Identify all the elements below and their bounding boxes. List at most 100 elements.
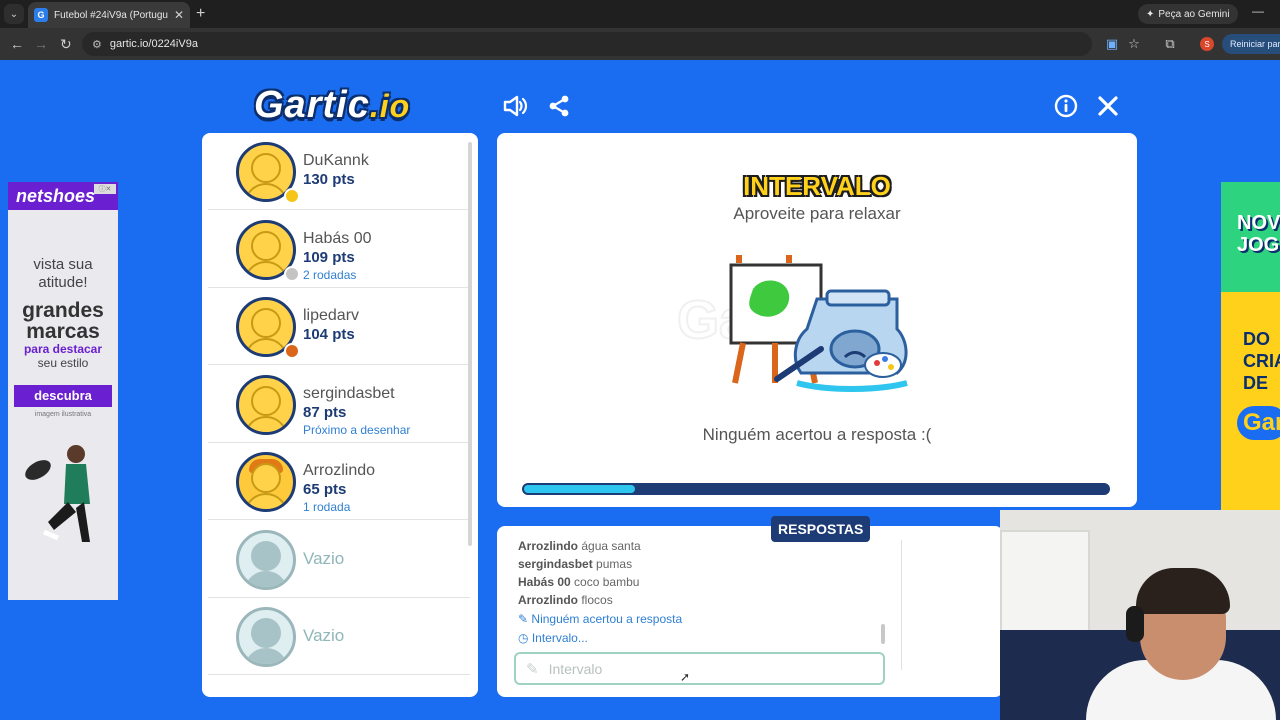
system-message-nobody: ✎ Ninguém acertou a resposta <box>518 612 682 626</box>
palette <box>864 352 902 378</box>
ad-banner-left[interactable]: netshoes ⓘ✕ vista sua atitude! grandes m… <box>8 182 118 600</box>
player-row[interactable]: Vazio <box>208 598 470 675</box>
empty-slot-avatar <box>236 529 296 590</box>
ad-banner-right[interactable]: NOV JOG DO CRIAD DE Gar <box>1221 182 1280 510</box>
browser-tab[interactable]: G Futebol #24iV9a (Português) - G ✕ <box>28 2 190 28</box>
ad-right-logo: Gar <box>1237 406 1280 440</box>
player-name: DuKannk <box>303 152 369 169</box>
player-row[interactable]: sergindasbet 87 pts Próximo a desenhar <box>208 366 470 443</box>
jar-lid <box>825 289 891 307</box>
ad-right-top: NOV JOG <box>1221 182 1280 292</box>
answers-label: RESPOSTAS <box>771 516 871 542</box>
player-status: 2 rodadas <box>303 267 357 282</box>
answer-text: água santa <box>581 539 641 553</box>
pencil-icon: ✎ <box>526 660 539 678</box>
new-tab-button[interactable]: + <box>196 4 205 24</box>
answer-input[interactable] <box>548 660 849 677</box>
tab-search-chevron-icon[interactable]: ⌄ <box>4 4 24 24</box>
gemini-button[interactable]: ✦ Peça ao Gemini <box>1138 4 1238 24</box>
answer-row: sergindasbet pumas <box>518 557 632 571</box>
player-row[interactable]: lipedarv 104 pts <box>208 288 470 365</box>
system-text: Ninguém acertou a resposta <box>531 612 683 626</box>
answer-input-box[interactable]: ✎ <box>514 652 885 685</box>
gartic-favicon-icon: G <box>34 8 48 22</box>
player-medal-badge <box>284 188 300 204</box>
restart-button[interactable]: Reiniciar para <box>1222 34 1280 54</box>
address-bar: ← → ↻ ⚙ gartic.io/0224iV9a ▣ ☆ ⧉ <box>0 28 1280 60</box>
answers-scrollbar[interactable] <box>881 624 885 644</box>
answer-text: flocos <box>581 593 613 607</box>
adchoices-icon[interactable]: ⓘ✕ <box>94 184 116 194</box>
interval-illustration: Gartic <box>677 255 908 392</box>
ad-line1: vista sua atitude! <box>33 256 93 291</box>
minimize-icon[interactable]: — <box>1252 4 1264 18</box>
ad-right-headline: NOV JOG <box>1237 212 1280 256</box>
reload-icon[interactable]: ↻ <box>60 36 72 52</box>
player-status: Próximo a desenhar <box>303 422 411 437</box>
round-timer-fill <box>524 485 635 493</box>
url-field[interactable]: ⚙ gartic.io/0224iV9a <box>82 32 1092 56</box>
player-name: Arrozlindo <box>303 462 376 479</box>
logo-main: Gartic <box>254 84 370 126</box>
ad-right-subline: DO CRIAD DE <box>1243 329 1280 393</box>
ad-model-image <box>25 445 90 542</box>
system-message-interval: ◷ Intervalo... <box>518 631 588 645</box>
mouse-cursor-icon: ➚ <box>680 670 691 684</box>
player-points: 87 pts <box>303 403 347 421</box>
player-status: 1 rodada <box>303 500 351 514</box>
player-points: 104 pts <box>303 326 355 343</box>
panel-divider <box>901 540 902 670</box>
player-row[interactable]: DuKannk 130 pts <box>208 133 470 210</box>
webcam-headset <box>1126 606 1144 642</box>
ad-right-mid: DO CRIAD DE Gar <box>1221 292 1280 510</box>
webcam-overlay <box>1000 510 1280 720</box>
player-medal-badge <box>284 343 300 359</box>
profile-avatar[interactable]: S <box>1200 37 1214 51</box>
extensions-puzzle-icon[interactable]: ⧉ <box>1162 36 1178 52</box>
player-avatar <box>236 374 296 435</box>
info-icon[interactable] <box>1052 92 1080 120</box>
interval-title: INTERVALO <box>743 171 891 201</box>
answer-user: Arrozlindo <box>518 593 578 607</box>
ad-line3: para destacar <box>23 342 103 356</box>
player-name: Habás 00 <box>303 229 372 247</box>
site-settings-icon[interactable]: ⚙ <box>92 38 102 51</box>
gemini-sparkle-icon: ✦ <box>1146 8 1155 20</box>
close-icon[interactable] <box>1094 92 1122 120</box>
bookmark-star-icon[interactable]: ☆ <box>1126 36 1142 52</box>
player-row[interactable]: Vazio <box>208 521 470 598</box>
speaker-icon[interactable] <box>502 92 530 120</box>
share-icon[interactable] <box>545 92 573 120</box>
player-name: lipedarv <box>303 307 360 324</box>
ad-disclaimer: imagem ilustrativa <box>34 411 92 418</box>
players-panel: DuKannk 130 pts Habás 00 109 pts 2 rodadas li… <box>202 133 478 697</box>
player-name: Vazio <box>303 626 345 645</box>
player-points: 65 pts <box>303 481 347 498</box>
players-scrollbar[interactable] <box>468 142 472 546</box>
tab-close-icon[interactable]: ✕ <box>174 8 184 22</box>
drawing-canvas: INTERVALO Aproveite para relaxar Gartic … <box>497 133 1137 507</box>
system-text: Intervalo... <box>531 631 588 645</box>
player-name: sergindasbet <box>303 384 395 402</box>
answer-user: Habás 00 <box>518 575 571 589</box>
player-row[interactable]: Habás 00 109 pts 2 rodadas <box>208 211 470 288</box>
gemini-label: Peça ao Gemini <box>1158 8 1230 20</box>
gartic-logo: Gartic.io <box>254 84 410 127</box>
cast-icon[interactable]: ▣ <box>1104 36 1120 52</box>
spill-puddle <box>796 380 908 392</box>
answers-panel: RESPOSTAS Arrozlindo água santa serginda… <box>497 516 1003 697</box>
answer-user: Arrozlindo <box>518 539 578 553</box>
forward-arrow-icon[interactable]: → <box>34 36 48 52</box>
answer-text: pumas <box>596 557 633 571</box>
back-arrow-icon[interactable]: ← <box>10 36 24 52</box>
tab-title: Futebol #24iV9a (Português) - G <box>54 9 168 21</box>
ad-cta-button[interactable]: descubra <box>14 385 112 407</box>
round-result-message: Ninguém acertou a resposta :( <box>702 425 932 444</box>
player-row[interactable]: Arrozlindo 65 pts 1 rodada <box>208 443 470 520</box>
player-points: 130 pts <box>303 171 355 188</box>
player-points: 109 pts <box>303 248 355 266</box>
clock-icon: ◷ <box>518 631 529 645</box>
round-timer-bar <box>522 483 1110 495</box>
logo-suffix: .io <box>369 88 411 124</box>
ad-line2: grandes marcas <box>22 299 104 343</box>
